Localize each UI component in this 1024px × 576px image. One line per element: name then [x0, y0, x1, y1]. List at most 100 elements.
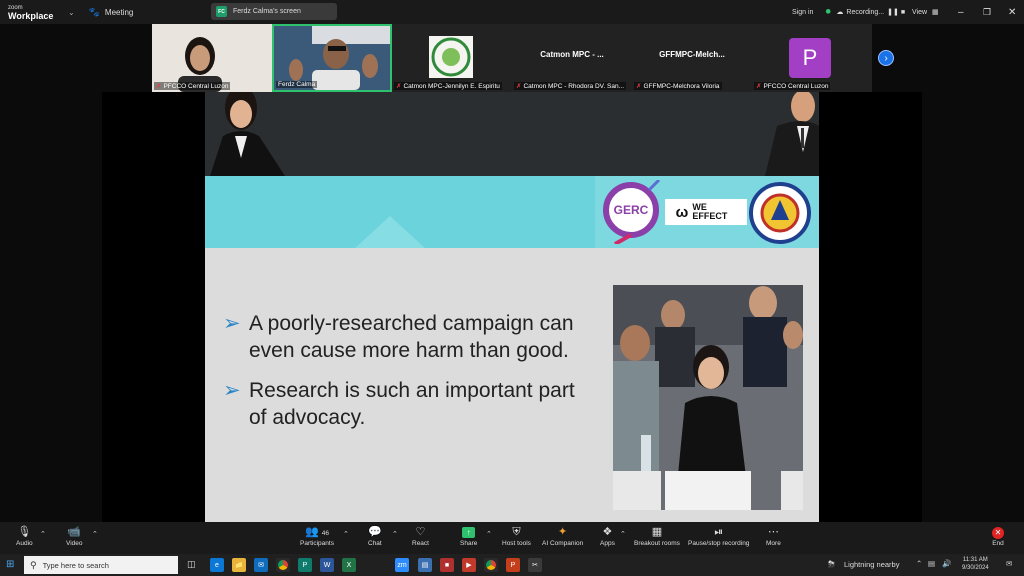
participants-options-chevron[interactable]: ⌃	[343, 530, 349, 538]
bullet-item: ➢ Research is such an important part of …	[223, 379, 575, 429]
next-page-button[interactable]: ›	[878, 50, 894, 66]
stop-icon[interactable]: ■	[901, 9, 905, 16]
mic-muted-icon: ✗	[636, 83, 642, 90]
cloud-record-icon: ☁	[836, 9, 844, 16]
task-view-icon[interactable]: ◫	[187, 559, 196, 570]
apps-icon: ❖	[602, 526, 613, 538]
word-icon[interactable]: W	[320, 558, 334, 572]
share-screen-icon: ↑	[462, 527, 476, 538]
app-icon[interactable]: ■	[440, 558, 454, 572]
apps-options-chevron[interactable]: ⌃	[620, 530, 626, 538]
network-icon[interactable]: ▤	[928, 559, 935, 568]
chevron-down-icon[interactable]: ⌄	[68, 8, 75, 17]
we-effect-logo: ω WE EFFECT	[665, 199, 747, 225]
video-button[interactable]: 📹 Video	[66, 525, 83, 547]
paw-icon: 🐾	[88, 6, 100, 17]
minimize-button[interactable]: –	[958, 0, 964, 24]
calendar-app-icon[interactable]: ▤	[418, 558, 432, 572]
powerpoint-icon[interactable]: P	[506, 558, 520, 572]
camera-icon: 📹	[67, 526, 82, 538]
microphone-muted-icon: 🎙	[17, 526, 32, 538]
publisher-icon[interactable]: P	[298, 558, 312, 572]
volume-icon[interactable]: 🔊	[942, 559, 951, 568]
grid-icon: ▦	[651, 526, 663, 538]
clock[interactable]: 11:31 AM 9/30/2024	[962, 556, 989, 572]
chat-icon: 💬	[368, 526, 382, 538]
share-options-chevron[interactable]: ⌃	[486, 530, 492, 538]
zoom-app-icon[interactable]: zm	[395, 558, 409, 572]
pause-icon[interactable]: ❚❚	[887, 8, 899, 16]
video-options-chevron[interactable]: ⌃	[92, 530, 98, 538]
sparkle-icon: ✦	[557, 526, 568, 538]
mic-muted-icon: ✗	[516, 83, 522, 90]
ai-companion-button[interactable]: ✦ AI Companion	[542, 525, 583, 547]
participant-tile[interactable]: Catmon MPC - ... ✗ Catmon MPC - Rhodora D…	[512, 24, 632, 92]
avatar: P	[789, 38, 831, 78]
gerc-logo-text: GERC	[614, 203, 649, 217]
view-menu[interactable]: View ▦	[912, 0, 939, 24]
weather-status[interactable]: Lightning nearby	[844, 560, 899, 569]
mic-muted-icon: ✗	[756, 83, 762, 90]
mic-muted-icon: ✗	[156, 83, 162, 90]
share-button[interactable]: ↑ Share	[460, 525, 477, 547]
participant-tile[interactable]: P ✗ PFCCO Central Luzon	[752, 24, 872, 92]
more-icon: ⋯	[767, 526, 779, 538]
meeting-menu[interactable]: 🐾 Meeting	[89, 7, 134, 18]
slide-header	[205, 92, 819, 176]
participant-tile-active-speaker[interactable]: Ferdz Calma	[272, 24, 392, 92]
arrow-bullet-icon: ➢	[223, 312, 241, 335]
chat-button[interactable]: 💬 Chat	[368, 525, 382, 547]
chevron-right-icon: ›	[884, 52, 888, 64]
close-window-button[interactable]: ✕	[1008, 0, 1016, 24]
file-explorer-icon[interactable]: 📁	[232, 558, 246, 572]
participant-tile[interactable]: GFFMPC-Melch... ✗ GFFMPC-Melchora Viloria	[632, 24, 752, 92]
edge-icon[interactable]: e	[210, 558, 224, 572]
participant-gallery: ✗ PFCCO Central Luzon Ferdz Calma ✗ Catmon…	[152, 24, 872, 92]
media-app-icon[interactable]: ▶	[462, 558, 476, 572]
gerc-logo: GERC	[603, 180, 661, 244]
pause-stop-recording-button[interactable]: ⏯ Pause/stop recording	[688, 525, 749, 547]
notifications-icon[interactable]: ✉	[1006, 559, 1012, 568]
close-icon: ✕	[992, 527, 1004, 539]
mail-icon[interactable]: ✉	[254, 558, 268, 572]
windows-taskbar: ⊞ ⚲ Type here to search ◫ e 📁 ✉ P W X zm…	[0, 554, 1024, 576]
apps-button[interactable]: ❖ Apps	[600, 525, 615, 547]
chrome-icon-2[interactable]	[484, 558, 498, 572]
shield-icon: ⛨	[512, 526, 521, 538]
chrome-icon[interactable]	[276, 558, 290, 572]
audio-options-chevron[interactable]: ⌃	[40, 530, 46, 538]
meeting-controls: 🎙 Audio ⌃ 📹 Video ⌃ 👥 46 Participants ⌃ 💬 Cha…	[0, 522, 1024, 554]
audio-button[interactable]: 🎙 Audio	[16, 525, 33, 547]
host-tools-button[interactable]: ⛨ Host tools	[502, 525, 531, 547]
slide-photo	[613, 285, 803, 510]
bullet-item: ➢ A poorly-researched campaign can even …	[223, 312, 574, 362]
hearing-photo	[613, 285, 803, 510]
recording-status[interactable]: ⚫ ☁ Recording... ❚❚ ■	[824, 0, 905, 24]
participant-tile[interactable]: ✗ Catmon MPC-Jennilyn E. Espiritu	[392, 24, 512, 92]
participants-icon: 👥	[305, 526, 319, 538]
search-icon: ⚲	[30, 559, 37, 570]
heart-icon: ♡	[415, 526, 426, 538]
weather-icon: ⛈	[828, 559, 836, 569]
more-button[interactable]: ⋯ More	[766, 525, 781, 547]
end-meeting-button[interactable]: ✕ End	[992, 525, 1004, 547]
snipping-tool-icon[interactable]: ✂	[528, 558, 542, 572]
breakout-rooms-button[interactable]: ▦ Breakout rooms	[634, 525, 680, 547]
chat-options-chevron[interactable]: ⌃	[392, 530, 398, 538]
participant-tile[interactable]: ✗ PFCCO Central Luzon	[152, 24, 272, 92]
screen-share-indicator[interactable]: FC Ferdz Calma's screen	[211, 3, 337, 20]
sign-in-link[interactable]: Sign in	[792, 0, 813, 24]
react-button[interactable]: ♡ React	[412, 525, 429, 547]
presenter-avatar: FC	[216, 6, 227, 17]
zoom-logo: zoom Workplace	[8, 5, 54, 21]
windows-start-icon[interactable]: ⊞	[6, 559, 14, 570]
maximize-button[interactable]: ❐	[983, 0, 991, 24]
pause-stop-icon: ⏯	[714, 526, 724, 538]
arrow-bullet-icon: ➢	[223, 379, 241, 402]
grid-icon: ▦	[932, 9, 939, 16]
presentation-slide: GERC ω WE EFFECT ➢ A poorly-researched c…	[205, 92, 819, 522]
taskbar-search-input[interactable]: ⚲ Type here to search	[24, 556, 178, 574]
participants-button[interactable]: 👥 46 Participants	[300, 525, 334, 547]
excel-icon[interactable]: X	[342, 558, 356, 572]
chevron-up-icon[interactable]: ⌃	[916, 559, 922, 568]
